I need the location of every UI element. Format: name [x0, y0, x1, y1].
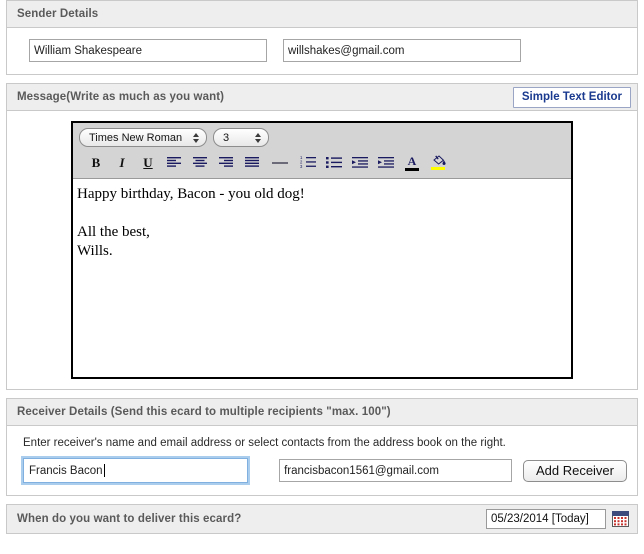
horizontal-rule-icon — [272, 162, 288, 164]
receiver-name-value: Francis Bacon — [29, 464, 103, 477]
outdent-button[interactable] — [347, 153, 373, 172]
ecard-form-page: Sender Details Message(Write as much as … — [0, 0, 644, 554]
ordered-list-icon: 1 2 3 — [300, 156, 316, 169]
font-family-select[interactable]: Times New Roman — [79, 128, 207, 147]
calendar-icon[interactable] — [612, 511, 629, 527]
sender-name-input[interactable] — [29, 39, 267, 62]
stepper-arrows-icon — [193, 132, 199, 143]
unordered-list-button[interactable] — [321, 153, 347, 172]
stepper-arrows-icon — [255, 132, 261, 143]
message-line: Happy birthday, Bacon - you old dog! — [77, 186, 305, 202]
text-color-swatch-icon — [405, 167, 419, 171]
delivery-question: When do you want to deliver this ecard? — [17, 513, 242, 525]
sender-details-body — [7, 28, 637, 74]
align-center-icon — [193, 157, 207, 167]
horizontal-rule-button[interactable] — [265, 153, 295, 172]
unordered-list-icon — [325, 157, 342, 168]
font-size-select[interactable]: 3 — [213, 128, 269, 147]
receiver-name-input[interactable]: Francis Bacon — [23, 458, 249, 483]
sender-details-section: Sender Details — [6, 0, 638, 75]
sender-details-title: Sender Details — [17, 8, 99, 20]
message-title: Message(Write as much as you want) — [17, 91, 225, 103]
underline-icon: U — [143, 154, 153, 170]
message-line: Wills. — [77, 243, 113, 259]
sender-email-input[interactable] — [283, 39, 521, 62]
sender-inputs-row — [17, 39, 627, 62]
delivery-date-input[interactable] — [486, 509, 606, 529]
editor-toolbar-row-buttons: B I U 1 2 3 A — [79, 151, 565, 175]
add-receiver-button[interactable]: Add Receiver — [522, 459, 627, 482]
message-body-text[interactable]: Happy birthday, Bacon - you old dog! All… — [73, 179, 571, 377]
section-gap-3 — [0, 496, 644, 504]
receiver-email-input[interactable] — [279, 459, 512, 482]
align-justify-button[interactable] — [239, 153, 265, 172]
text-color-button[interactable]: A — [399, 153, 425, 172]
delivery-section: When do you want to deliver this ecard? — [6, 504, 638, 534]
section-gap-2 — [0, 390, 644, 398]
ordered-list-button[interactable]: 1 2 3 — [295, 153, 321, 172]
paint-bucket-icon — [432, 155, 446, 165]
simple-text-editor-button[interactable]: Simple Text Editor — [512, 87, 631, 108]
align-right-icon — [219, 157, 233, 167]
bold-icon: B — [91, 154, 101, 170]
outdent-icon — [351, 157, 368, 168]
receiver-inputs-row: Francis Bacon Add Receiver — [17, 458, 627, 483]
message-header: Message(Write as much as you want) Simpl… — [7, 84, 637, 111]
align-center-button[interactable] — [187, 153, 213, 172]
rich-text-editor: Times New Roman 3 B I U 1 2 3 A Happy bi… — [71, 121, 573, 379]
message-line-blank — [77, 204, 569, 223]
editor-toolbar: Times New Roman 3 B I U 1 2 3 A — [73, 123, 571, 179]
align-right-button[interactable] — [213, 153, 239, 172]
highlight-color-button[interactable] — [425, 153, 451, 172]
align-left-icon — [167, 157, 181, 167]
receiver-details-title: Receiver Details (Send this ecard to mul… — [17, 406, 391, 418]
svg-text:3: 3 — [300, 164, 303, 169]
receiver-details-section: Receiver Details (Send this ecard to mul… — [6, 398, 638, 496]
receiver-details-body: Enter receiver's name and email address … — [7, 426, 637, 495]
highlight-color-swatch-icon — [430, 167, 445, 170]
receiver-details-header: Receiver Details (Send this ecard to mul… — [7, 399, 637, 426]
message-line: All the best, — [77, 224, 150, 240]
message-section: Message(Write as much as you want) Simpl… — [6, 83, 638, 390]
font-size-value: 3 — [223, 131, 230, 144]
bold-button[interactable]: B — [83, 153, 109, 172]
italic-button[interactable]: I — [109, 153, 135, 172]
delivery-date-controls — [486, 509, 629, 529]
align-justify-icon — [245, 157, 259, 167]
indent-button[interactable] — [373, 153, 399, 172]
sender-details-header: Sender Details — [7, 1, 637, 28]
indent-icon — [377, 157, 394, 168]
message-editor-container: Times New Roman 3 B I U 1 2 3 A Happy bi… — [7, 111, 637, 389]
receiver-hint-text: Enter receiver's name and email address … — [23, 437, 506, 449]
text-cursor-icon — [103, 464, 105, 477]
underline-button[interactable]: U — [135, 153, 161, 172]
italic-icon: I — [119, 154, 125, 170]
sender-email-wrapper — [283, 39, 521, 62]
section-gap-1 — [0, 75, 644, 83]
text-color-letter-icon: A — [407, 153, 417, 168]
align-left-button[interactable] — [161, 153, 187, 172]
font-family-value: Times New Roman — [89, 131, 183, 144]
editor-toolbar-row-selects: Times New Roman 3 — [79, 128, 565, 147]
